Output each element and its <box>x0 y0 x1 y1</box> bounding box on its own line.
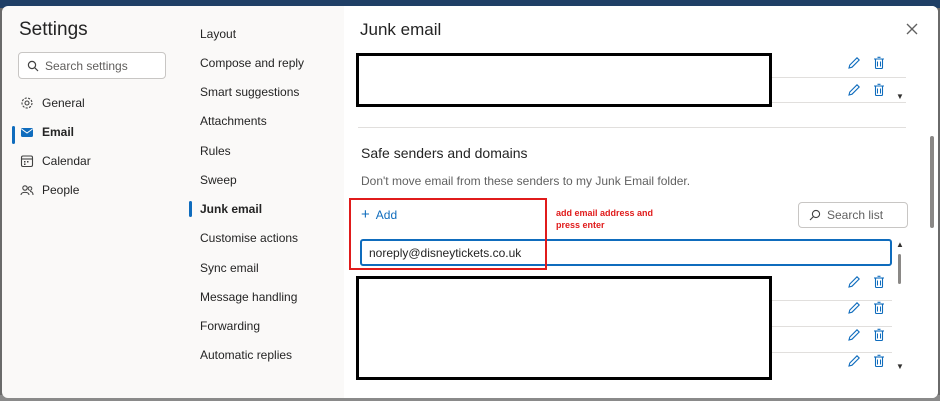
page-title: Junk email <box>360 20 442 39</box>
delete-button[interactable] <box>871 327 887 343</box>
search-list-label: Search list <box>827 208 884 222</box>
subnav-layout[interactable]: Layout <box>200 25 236 43</box>
trash-icon <box>874 354 884 368</box>
email-active-indicator <box>12 126 15 144</box>
subnav-forwarding[interactable]: Forwarding <box>200 317 260 335</box>
settings-title: Settings <box>19 19 88 40</box>
annotation-highlight-box <box>349 198 547 270</box>
section-divider <box>358 127 906 128</box>
nav-item-label: Email <box>42 125 75 139</box>
nav-item-calendar[interactable]: Calendar <box>20 151 91 171</box>
close-icon <box>906 23 918 35</box>
nav-item-email[interactable]: Email <box>20 122 74 142</box>
nav-item-people[interactable]: People <box>20 180 79 200</box>
annotation-note: add email address and press enter <box>556 208 654 230</box>
pencil-icon <box>848 276 860 288</box>
nav-item-label: General <box>42 96 85 110</box>
settings-nav: Settings General Email Calendar <box>2 6 188 398</box>
gear-icon <box>20 96 34 110</box>
pencil-icon <box>848 329 860 341</box>
trash-icon <box>874 83 884 97</box>
trash-icon <box>874 275 884 289</box>
pencil-icon <box>848 302 860 314</box>
calendar-icon <box>20 154 34 168</box>
redacted-block-top <box>356 53 772 107</box>
scroll-down-icon[interactable]: ▼ <box>896 92 904 101</box>
scroll-down-icon[interactable]: ▼ <box>896 362 904 371</box>
edit-button[interactable] <box>846 82 862 98</box>
edit-button[interactable] <box>846 327 862 343</box>
subnav-smart-suggestions[interactable]: Smart suggestions <box>200 83 299 101</box>
search-icon <box>27 60 39 71</box>
pencil-icon <box>848 355 860 367</box>
delete-button[interactable] <box>871 82 887 98</box>
edit-button[interactable] <box>846 55 862 71</box>
people-icon <box>20 183 34 197</box>
subnav-sync-email[interactable]: Sync email <box>200 259 259 277</box>
edit-button[interactable] <box>846 274 862 290</box>
delete-button[interactable] <box>871 274 887 290</box>
scroll-up-icon[interactable]: ▲ <box>896 240 904 249</box>
panel-scrollbar[interactable] <box>930 136 934 228</box>
close-button[interactable] <box>904 21 920 37</box>
search-settings-input[interactable] <box>45 58 157 73</box>
subnav-automatic-replies[interactable]: Automatic replies <box>200 346 292 364</box>
safe-senders-title: Safe senders and domains <box>361 145 528 161</box>
nav-item-label: People <box>42 183 80 197</box>
edit-button[interactable] <box>846 300 862 316</box>
subnav-message-handling[interactable]: Message handling <box>200 288 297 306</box>
trash-icon <box>874 301 884 315</box>
pencil-icon <box>848 57 860 69</box>
junk-email-active-indicator <box>189 201 192 217</box>
subnav-compose-and-reply[interactable]: Compose and reply <box>200 54 304 72</box>
list-scrollbar[interactable] <box>898 254 901 284</box>
subnav-attachments[interactable]: Attachments <box>200 112 267 130</box>
subnav-sweep[interactable]: Sweep <box>200 171 237 189</box>
delete-button[interactable] <box>871 55 887 71</box>
subnav-rules[interactable]: Rules <box>200 142 231 160</box>
mail-icon <box>20 125 34 139</box>
search-list-button[interactable]: Search list <box>798 202 908 228</box>
delete-button[interactable] <box>871 300 887 316</box>
nav-item-label: Calendar <box>42 154 91 168</box>
trash-icon <box>874 328 884 342</box>
pencil-icon <box>848 84 860 96</box>
email-subnav: Layout Compose and reply Smart suggestio… <box>188 6 344 398</box>
search-settings-box[interactable] <box>18 52 166 79</box>
edit-button[interactable] <box>846 353 862 369</box>
search-icon <box>809 209 821 221</box>
delete-button[interactable] <box>871 353 887 369</box>
subnav-junk-email[interactable]: Junk email <box>200 200 262 218</box>
trash-icon <box>874 56 884 70</box>
safe-senders-description: Don't move email from these senders to m… <box>361 174 691 188</box>
settings-dialog: Settings General Email Calendar <box>2 6 938 398</box>
redacted-block-bottom <box>356 276 772 380</box>
subnav-customise-actions[interactable]: Customise actions <box>200 229 298 247</box>
nav-item-general[interactable]: General <box>20 93 85 113</box>
junk-email-panel: Junk email ▼ Safe senders and domains Do… <box>344 6 938 398</box>
